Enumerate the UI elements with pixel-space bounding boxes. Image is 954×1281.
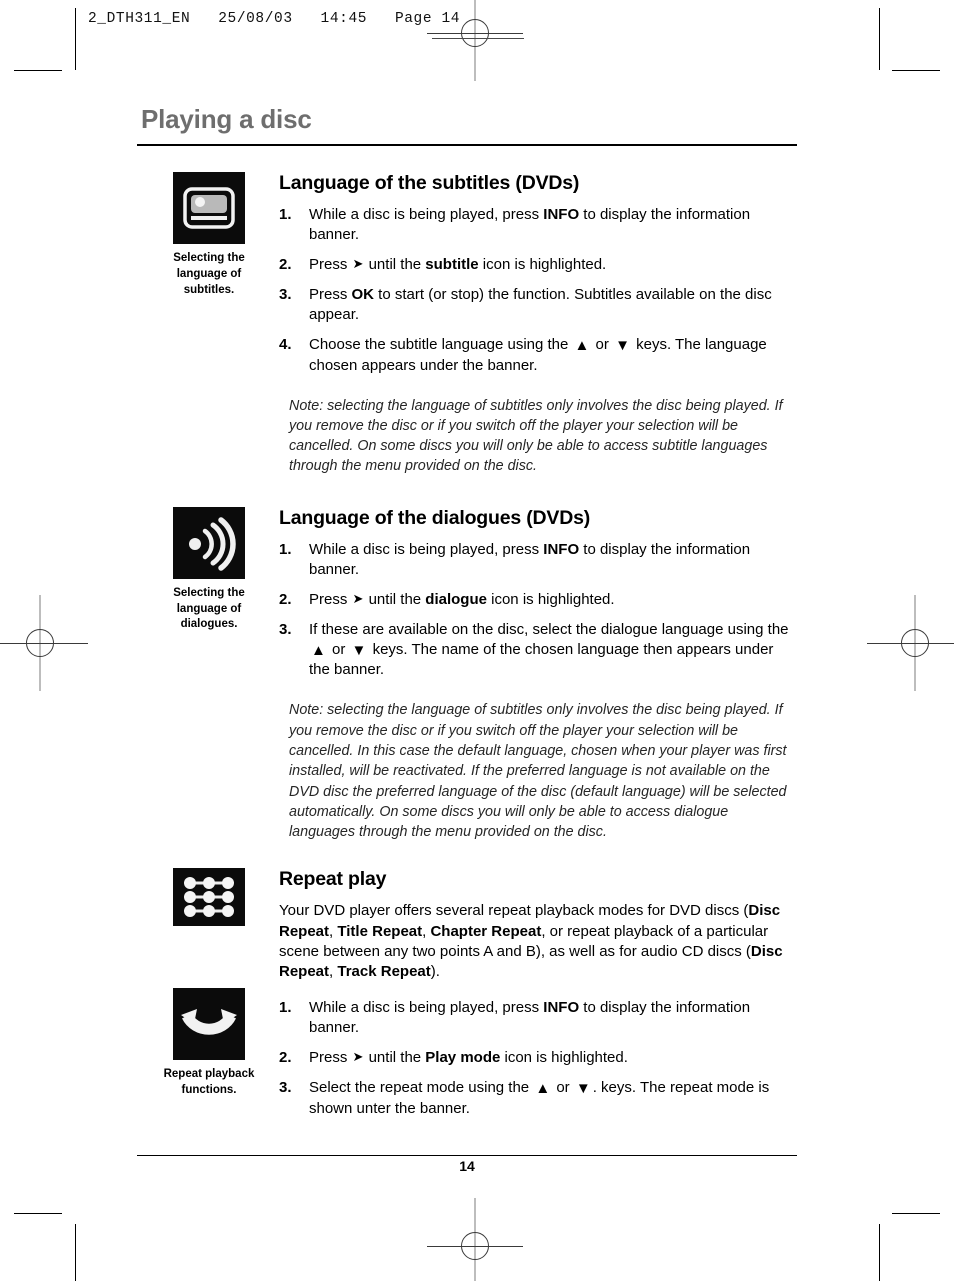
subtitle-screen-icon-glyph bbox=[183, 187, 235, 229]
step-text: Choose the subtitle language using the ▲… bbox=[309, 335, 767, 374]
step-item: 1. While a disc is being played, press I… bbox=[279, 540, 797, 580]
icon-caption-repeat-playback: Repeat playback functions. bbox=[163, 1068, 255, 1097]
step-number: 2. bbox=[279, 590, 292, 608]
step-item: 4. Choose the subtitle language using th… bbox=[279, 335, 797, 376]
icon-caption-dialogues: Selecting the language of dialogues. bbox=[173, 586, 245, 631]
step-item: 1. While a disc is being played, press I… bbox=[279, 205, 797, 245]
crop-mark-bottom-left-horizontal bbox=[14, 1213, 62, 1214]
crop-mark-bottom-right-horizontal bbox=[892, 1213, 940, 1214]
repeat-play-intro: Your DVD player offers several repeat pl… bbox=[279, 902, 783, 981]
step-item: 3. Press OK to start (or stop) the funct… bbox=[279, 285, 797, 325]
icon-caption-subtitles: Selecting the language of subtitles. bbox=[173, 252, 245, 296]
repeat-loop-icon bbox=[173, 988, 245, 1061]
step-number: 3. bbox=[279, 285, 292, 303]
repeat-loop-icon-glyph bbox=[181, 1009, 237, 1036]
step-item: 2. Press ➤ until the dialogue icon is hi… bbox=[279, 590, 797, 610]
section-dialogues: Selecting the language of dialogues. Lan… bbox=[137, 506, 797, 843]
page-title: Playing a disc bbox=[141, 104, 312, 134]
step-item: 1. While a disc is being played, press I… bbox=[279, 998, 797, 1038]
registration-mark-circle bbox=[26, 629, 54, 657]
crop-mark-bottom-left-vertical bbox=[75, 1224, 76, 1281]
step-text: Press OK to start (or stop) the function… bbox=[309, 285, 772, 323]
step-text: While a disc is being played, press INFO… bbox=[309, 540, 751, 578]
document-page: 2_DTH311_EN 25/08/03 14:45 Page 14 Playi… bbox=[0, 0, 954, 1281]
crop-mark-top-right-horizontal bbox=[892, 70, 940, 71]
step-text: Press ➤ until the Play mode icon is high… bbox=[309, 1049, 628, 1067]
step-number: 3. bbox=[279, 1079, 292, 1097]
steps-list-subtitles: 1. While a disc is being played, press I… bbox=[279, 205, 797, 376]
step-number: 2. bbox=[279, 255, 292, 273]
text-column-subtitles: Language of the subtitles (DVDs) 1. Whil… bbox=[279, 172, 797, 477]
steps-list-repeat-play: 1. While a disc is being played, press I… bbox=[279, 998, 797, 1119]
icon-column-subtitles: Selecting the language of subtitles. bbox=[161, 172, 257, 299]
registration-mark-circle bbox=[461, 19, 489, 47]
sound-waves-icon-glyph bbox=[189, 517, 236, 571]
step-item: 2. Press ➤ until the subtitle icon is hi… bbox=[279, 255, 797, 275]
step-item: 3. Select the repeat mode using the ▲ or… bbox=[279, 1078, 797, 1119]
section-title-repeat-play: Repeat play bbox=[279, 868, 387, 891]
step-text: Press ➤ until the dialogue icon is highl… bbox=[309, 590, 615, 608]
steps-list-dialogues: 1. While a disc is being played, press I… bbox=[279, 540, 797, 681]
text-column-dialogues: Language of the dialogues (DVDs) 1. Whil… bbox=[279, 507, 797, 843]
subtitle-screen-icon bbox=[173, 172, 245, 244]
registration-mark-circle bbox=[901, 629, 929, 657]
footer-divider bbox=[137, 1155, 797, 1156]
page-content: Playing a disc Selecting the language of… bbox=[137, 104, 797, 1129]
crop-mark-top-left-vertical bbox=[75, 8, 76, 70]
title-divider bbox=[137, 144, 797, 146]
step-number: 1. bbox=[279, 540, 292, 558]
text-column-repeat-play: Repeat play Your DVD player offers sever… bbox=[279, 868, 797, 1119]
step-number: 1. bbox=[279, 206, 292, 223]
section-repeat-play: Repeat playback functions. Repeat play Y… bbox=[137, 868, 797, 1119]
section-subtitles: Selecting the language of subtitles. Lan… bbox=[137, 172, 797, 477]
step-item: 3. If these are available on the disc, s… bbox=[279, 620, 797, 681]
step-number: 2. bbox=[279, 1049, 292, 1067]
step-number: 3. bbox=[279, 620, 292, 638]
step-number: 1. bbox=[279, 999, 292, 1017]
registration-mark-circle bbox=[461, 1232, 489, 1260]
section-title-subtitles: Language of the subtitles (DVDs) bbox=[279, 172, 580, 194]
scan-header-text: 2_DTH311_EN 25/08/03 14:45 Page 14 bbox=[88, 11, 461, 27]
step-number: 4. bbox=[279, 335, 292, 353]
page-number: 14 bbox=[459, 1158, 475, 1174]
icon-column-dialogues: Selecting the language of dialogues. bbox=[161, 506, 257, 634]
dot-grid-icon bbox=[173, 868, 245, 927]
crop-mark-top-right-vertical bbox=[879, 8, 880, 70]
sound-waves-icon bbox=[173, 506, 245, 579]
icon-column-repeat-grid bbox=[161, 868, 257, 927]
dot-grid-icon-glyph bbox=[184, 877, 234, 918]
step-text: While a disc is being played, press INFO… bbox=[309, 206, 751, 243]
step-text: Press ➤ until the subtitle icon is highl… bbox=[309, 255, 607, 273]
section-title-dialogues: Language of the dialogues (DVDs) bbox=[279, 506, 591, 529]
step-text: If these are available on the disc, sele… bbox=[309, 620, 789, 679]
step-text: Select the repeat mode using the ▲ or ▼.… bbox=[309, 1079, 770, 1118]
step-text: While a disc is being played, press INFO… bbox=[309, 999, 751, 1037]
note-dialogues: Note: selecting the language of subtitle… bbox=[289, 702, 787, 841]
crop-mark-bottom-right-vertical bbox=[879, 1224, 880, 1281]
icon-column-repeat-loop: Repeat playback functions. bbox=[161, 988, 257, 1099]
crop-mark-top-left-horizontal bbox=[14, 70, 62, 71]
step-item: 2. Press ➤ until the Play mode icon is h… bbox=[279, 1048, 797, 1068]
scan-header-rule bbox=[432, 38, 524, 39]
note-subtitles: Note: selecting the language of subtitle… bbox=[289, 397, 783, 475]
